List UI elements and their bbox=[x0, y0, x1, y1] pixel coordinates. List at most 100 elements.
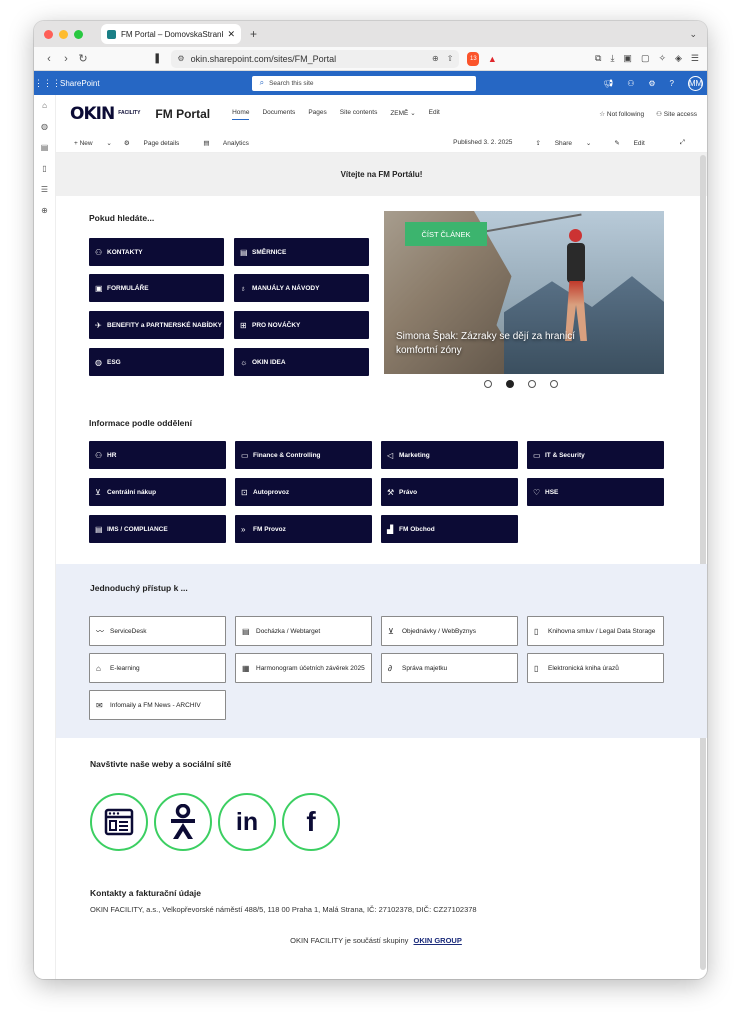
minimize-window-button[interactable] bbox=[59, 29, 68, 39]
site-search-input[interactable]: ⌕ Search this site bbox=[251, 75, 476, 91]
app-launcher-icon[interactable]: ⋮⋮⋮ bbox=[34, 78, 61, 89]
button-it-security[interactable]: ▭ IT & Security bbox=[527, 441, 664, 469]
contacts-text: OKIN FACILITY, a.s., Velkopřevorské námě… bbox=[90, 905, 477, 914]
button-hr[interactable]: ⚇ HR bbox=[89, 441, 226, 469]
share-page-icon[interactable]: ⇧ bbox=[447, 54, 454, 63]
address-bar[interactable]: ⚙ okin.sharepoint.com/sites/FM_Portal ⊕ … bbox=[171, 49, 460, 68]
edit-button[interactable]: ✎ Edit bbox=[614, 139, 656, 147]
menu-icon[interactable]: ☰ bbox=[691, 53, 699, 64]
sidebar-icon[interactable]: ▣ bbox=[623, 53, 632, 64]
okin-group-link-text[interactable]: OKIN GROUP bbox=[414, 936, 462, 945]
carousel-dot[interactable] bbox=[484, 380, 492, 388]
button-hse[interactable]: ♡ HSE bbox=[527, 478, 664, 506]
news-carousel[interactable]: ČÍST ČLÁNEK Simona Špak: Zázraky se dějí… bbox=[384, 211, 664, 374]
maximize-window-button[interactable] bbox=[74, 29, 83, 39]
extensions-icon[interactable]: ⧉ bbox=[595, 53, 601, 64]
button-marketing[interactable]: ◁ Marketing bbox=[381, 441, 518, 469]
create-icon[interactable]: ⊕ bbox=[34, 206, 55, 215]
megaphone-icon[interactable]: 📢︎ bbox=[603, 79, 613, 88]
button-kontakty[interactable]: ⚇ KONTAKTY bbox=[89, 238, 224, 266]
brave-shield-icon[interactable]: 13 bbox=[467, 51, 480, 66]
tab-list-chevron-icon[interactable]: ⌄ bbox=[689, 29, 697, 40]
carousel-dot[interactable] bbox=[550, 380, 558, 388]
reload-button[interactable]: ↻ bbox=[76, 52, 90, 65]
browser-tab[interactable]: FM Portal – DomovskaStranka ✕ bbox=[101, 24, 241, 44]
people-switch-icon[interactable]: ⚇ bbox=[627, 79, 634, 88]
new-tab-button[interactable]: + bbox=[250, 27, 257, 41]
new-button[interactable]: + New ⌄ bbox=[74, 139, 112, 147]
bookmark-icon[interactable]: ❚ bbox=[153, 53, 161, 64]
vpn-icon[interactable]: ◈ bbox=[675, 53, 682, 64]
carousel-dot-active[interactable] bbox=[506, 380, 514, 388]
button-fm-obchod[interactable]: ▟ FM Obchod bbox=[381, 515, 518, 543]
read-article-button[interactable]: ČÍST ČLÁNEK bbox=[405, 222, 487, 246]
button-okin-idea[interactable]: ☼ OKIN IDEA bbox=[234, 348, 369, 376]
site-settings-icon[interactable]: ⚙ bbox=[177, 54, 184, 63]
avatar[interactable]: MM bbox=[688, 75, 703, 91]
link-e-learning[interactable]: ⌂ E-learning bbox=[89, 653, 226, 683]
button-manualy[interactable]: ♁ MANUÁLY A NÁVODY bbox=[234, 274, 369, 302]
button-pravo[interactable]: ⚒ Právo bbox=[381, 478, 518, 506]
button-ims-compliance[interactable]: ▤ IMS / COMPLIANCE bbox=[89, 515, 226, 543]
wallet-icon[interactable]: ▢ bbox=[641, 53, 650, 64]
follow-button[interactable]: ☆ Not following bbox=[599, 110, 644, 118]
site-access-button[interactable]: ⚇ Site access bbox=[656, 110, 697, 118]
news-icon[interactable]: ▤ bbox=[34, 143, 55, 152]
download-icon[interactable]: ⤓ bbox=[610, 53, 614, 64]
link-dochazka[interactable]: ▤ Docházka / Webtarget bbox=[235, 616, 372, 646]
button-finance[interactable]: ▭ Finance & Controlling bbox=[235, 441, 372, 469]
link-knihovna-smluv[interactable]: ▯ Knihovna smluv / Legal Data Storage bbox=[527, 616, 664, 646]
nav-zeme[interactable]: ZEMĚ ⌄ bbox=[390, 109, 415, 120]
close-window-button[interactable] bbox=[44, 29, 53, 39]
calculator-icon: ▦ bbox=[242, 663, 250, 673]
button-fm-provoz[interactable]: » FM Provoz bbox=[235, 515, 372, 543]
link-sprava-majetku[interactable]: ∂ Správa majetku bbox=[381, 653, 518, 683]
link-harmonogram[interactable]: ▦ Harmonogram účetních závěrek 2025 bbox=[235, 653, 372, 683]
okin-logo[interactable]: OKIN FACILITY bbox=[70, 104, 140, 124]
back-button[interactable]: ‹ bbox=[42, 53, 56, 65]
expand-icon[interactable]: ⤢ bbox=[680, 139, 685, 147]
button-label: FM Obchod bbox=[399, 525, 435, 533]
button-autoprovoz[interactable]: ⊡ Autoprovoz bbox=[235, 478, 372, 506]
button-benefity[interactable]: ✈ BENEFITY a PARTNERSKÉ NABÍDKY bbox=[89, 311, 224, 339]
link-servicedesk[interactable]: 〰 ServiceDesk bbox=[89, 616, 226, 646]
facebook-link[interactable]: f bbox=[282, 793, 340, 851]
okin-group-link[interactable] bbox=[154, 793, 212, 851]
link-infomaily-archiv[interactable]: ✉ Infomaily a FM News - ARCHIV bbox=[89, 690, 226, 720]
settings-icon[interactable]: ⚙ bbox=[648, 79, 655, 88]
carousel-caption[interactable]: Simona Špak: Zázraky se dějí za hranicí … bbox=[396, 330, 616, 358]
zoom-icon[interactable]: ⊕ bbox=[432, 54, 439, 63]
linkedin-link[interactable]: in bbox=[218, 793, 276, 851]
nav-site-contents[interactable]: Site contents bbox=[340, 109, 378, 120]
help-icon[interactable]: ? bbox=[670, 79, 674, 88]
command-bar: + New ⌄ ⚙ Page details ▤ Analytics Publi… bbox=[56, 133, 707, 153]
share-button[interactable]: ⇪ Share ⌄ bbox=[535, 139, 591, 147]
home-icon[interactable]: ⌂ bbox=[34, 101, 55, 110]
nav-edit[interactable]: Edit bbox=[429, 109, 440, 120]
nav-home[interactable]: Home bbox=[232, 109, 250, 120]
link-kniha-urazu[interactable]: ▯ Elektronická kniha úrazů bbox=[527, 653, 664, 683]
website-link[interactable] bbox=[90, 793, 148, 851]
page-details-button[interactable]: ⚙ Page details bbox=[124, 139, 191, 147]
pokud-heading: Pokud hledáte... bbox=[89, 213, 155, 223]
files-icon[interactable]: ▯ bbox=[34, 164, 55, 173]
informace-heading: Informace podle oddělení bbox=[89, 418, 192, 428]
site-title[interactable]: FM Portal bbox=[155, 107, 210, 121]
close-tab-icon[interactable]: ✕ bbox=[227, 29, 235, 40]
app-name[interactable]: SharePoint bbox=[60, 79, 100, 88]
brave-rewards-icon[interactable]: ▲ bbox=[486, 54, 498, 64]
button-smernice[interactable]: ▤ SMĚRNICE bbox=[234, 238, 369, 266]
lists-icon[interactable]: ☰ bbox=[34, 185, 55, 194]
button-formulare[interactable]: ▣ FORMULÁŘE bbox=[89, 274, 224, 302]
nav-pages[interactable]: Pages bbox=[308, 109, 326, 120]
leo-icon[interactable]: ✧ bbox=[658, 53, 666, 64]
analytics-button[interactable]: ▤ Analytics bbox=[203, 139, 261, 147]
button-esg[interactable]: ◍ ESG bbox=[89, 348, 224, 376]
link-objednavky[interactable]: ⊻ Objednávky / WebByznys bbox=[381, 616, 518, 646]
nav-documents[interactable]: Documents bbox=[262, 109, 295, 120]
carousel-dot[interactable] bbox=[528, 380, 536, 388]
globe-icon[interactable]: ◍ bbox=[34, 122, 55, 131]
button-pro-novacky[interactable]: ⊞ PRO NOVÁČKY bbox=[234, 311, 369, 339]
button-centralni-nakup[interactable]: ⊻ Centrální nákup bbox=[89, 478, 226, 506]
forward-button[interactable]: › bbox=[59, 53, 73, 65]
